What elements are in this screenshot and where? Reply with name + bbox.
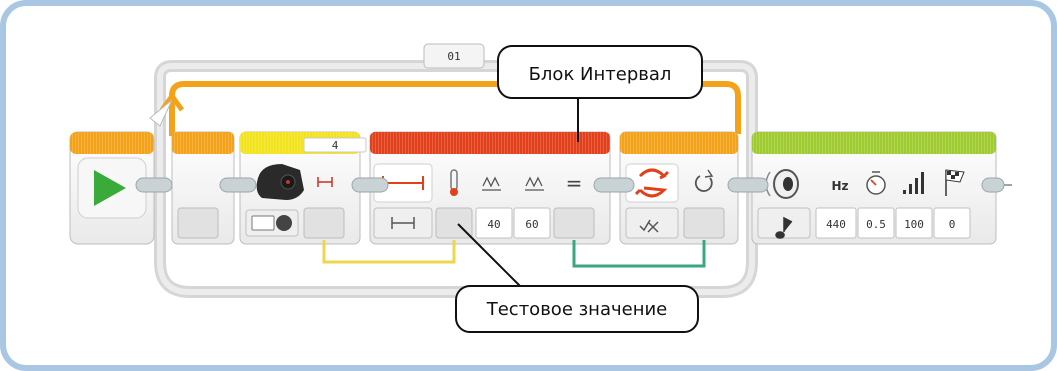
- upper-bound-value: 60: [525, 218, 538, 231]
- frequency-value: 440: [826, 218, 846, 231]
- sequence-wire: [351, 177, 389, 193]
- port-label: 4: [332, 139, 339, 152]
- lower-bound-value: 40: [487, 218, 500, 231]
- sequence-wire: [727, 177, 769, 193]
- program-canvas: 01 4 = 40 60 Hz 440 0.5 100 0 Блок Интер…: [69, 43, 1012, 333]
- range-block[interactable]: = 40 60: [369, 131, 611, 245]
- callout-range-label: Блок Интервал: [529, 64, 672, 85]
- range-result-plug[interactable]: [553, 207, 595, 239]
- sensor-output-plug[interactable]: [303, 207, 345, 239]
- exit-input-plug[interactable]: [683, 207, 725, 239]
- duration-value: 0.5: [866, 218, 886, 231]
- sound-block[interactable]: Hz 440 0.5 100 0: [751, 131, 997, 245]
- callout-range-block: Блок Интервал: [497, 45, 703, 142]
- loop-exit-block[interactable]: [619, 131, 739, 245]
- true-false-selector[interactable]: [625, 207, 679, 239]
- sequence-wire: [981, 177, 1005, 193]
- loop-input-plug[interactable]: [177, 207, 219, 239]
- ruler-icon: [251, 215, 275, 231]
- volume-value: 100: [904, 218, 924, 231]
- sequence-wire: [593, 177, 635, 193]
- dial-icon: [276, 215, 292, 231]
- play-type-value: 0: [949, 218, 956, 231]
- sequence-wire: [135, 177, 173, 193]
- compare-equals-label: =: [566, 171, 583, 195]
- motor-sensor-icon: [256, 164, 304, 200]
- loop-name-label: 01: [447, 50, 460, 63]
- callout-test-label: Тестовое значение: [486, 299, 668, 320]
- sequence-wire: [219, 177, 257, 193]
- frequency-hz-label: Hz: [831, 179, 848, 193]
- motor-sensor-block[interactable]: 4: [239, 131, 367, 245]
